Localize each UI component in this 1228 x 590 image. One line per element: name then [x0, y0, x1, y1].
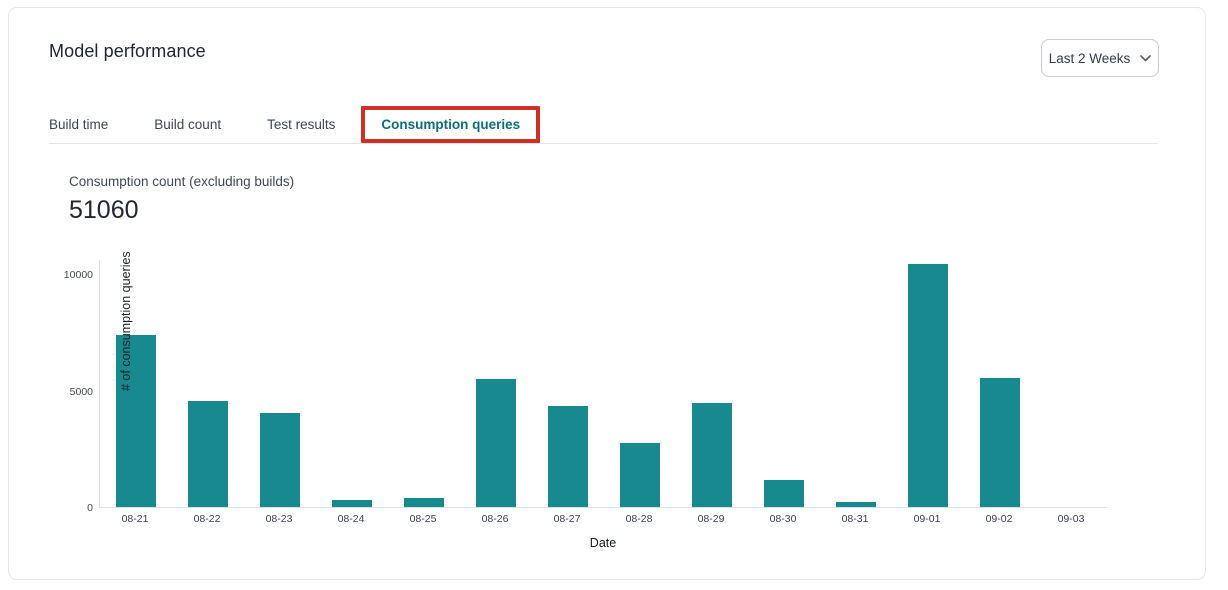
y-tick-5000: 5000: [49, 386, 93, 398]
bar-08-31[interactable]: [836, 502, 876, 507]
tab-bar: Build time Build count Test results Consump…: [49, 105, 1158, 144]
x-tick-08-22: 08-22: [171, 513, 243, 525]
tab-build-count[interactable]: Build count: [154, 116, 221, 133]
bar-chart-plot-area: [99, 260, 1107, 508]
x-tick-08-31: 08-31: [819, 513, 891, 525]
x-tick-09-02: 09-02: [963, 513, 1035, 525]
x-tick-08-24: 08-24: [315, 513, 387, 525]
x-tick-08-21: 08-21: [99, 513, 171, 525]
bar-09-02[interactable]: [980, 378, 1020, 507]
tab-build-time[interactable]: Build time: [49, 116, 108, 133]
bar-08-27[interactable]: [548, 406, 588, 507]
bar-08-29[interactable]: [692, 403, 732, 507]
bar-08-30[interactable]: [764, 480, 804, 507]
y-axis-label: # of consumption queries: [119, 251, 133, 391]
bar-08-28[interactable]: [620, 443, 660, 507]
x-tick-09-01: 09-01: [891, 513, 963, 525]
bar-08-25[interactable]: [404, 498, 444, 507]
bar-08-26[interactable]: [476, 379, 516, 507]
x-axis-label: Date: [99, 536, 1107, 550]
bar-08-23[interactable]: [260, 413, 300, 507]
time-range-value: Last 2 Weeks: [1049, 51, 1131, 66]
bar-08-24[interactable]: [332, 500, 372, 507]
tab-test-results[interactable]: Test results: [267, 116, 335, 133]
tab-consumption-queries[interactable]: Consumption queries: [361, 106, 540, 143]
y-tick-10000: 10000: [49, 269, 93, 281]
page-title: Model performance: [49, 41, 206, 62]
bar-09-01[interactable]: [908, 264, 948, 507]
x-tick-08-28: 08-28: [603, 513, 675, 525]
model-performance-card: Model performance Last 2 Weeks Build tim…: [8, 7, 1206, 580]
x-tick-08-26: 08-26: [459, 513, 531, 525]
x-tick-08-30: 08-30: [747, 513, 819, 525]
x-tick-08-25: 08-25: [387, 513, 459, 525]
x-tick-08-27: 08-27: [531, 513, 603, 525]
chevron-down-icon: [1140, 55, 1151, 62]
time-range-dropdown[interactable]: Last 2 Weeks: [1041, 39, 1159, 77]
x-tick-08-23: 08-23: [243, 513, 315, 525]
x-tick-08-29: 08-29: [675, 513, 747, 525]
bar-08-22[interactable]: [188, 401, 228, 507]
y-tick-0: 0: [49, 502, 93, 514]
x-tick-09-03: 09-03: [1035, 513, 1107, 525]
metric-value: 51060: [69, 196, 139, 225]
metric-label: Consumption count (excluding builds): [69, 174, 294, 189]
